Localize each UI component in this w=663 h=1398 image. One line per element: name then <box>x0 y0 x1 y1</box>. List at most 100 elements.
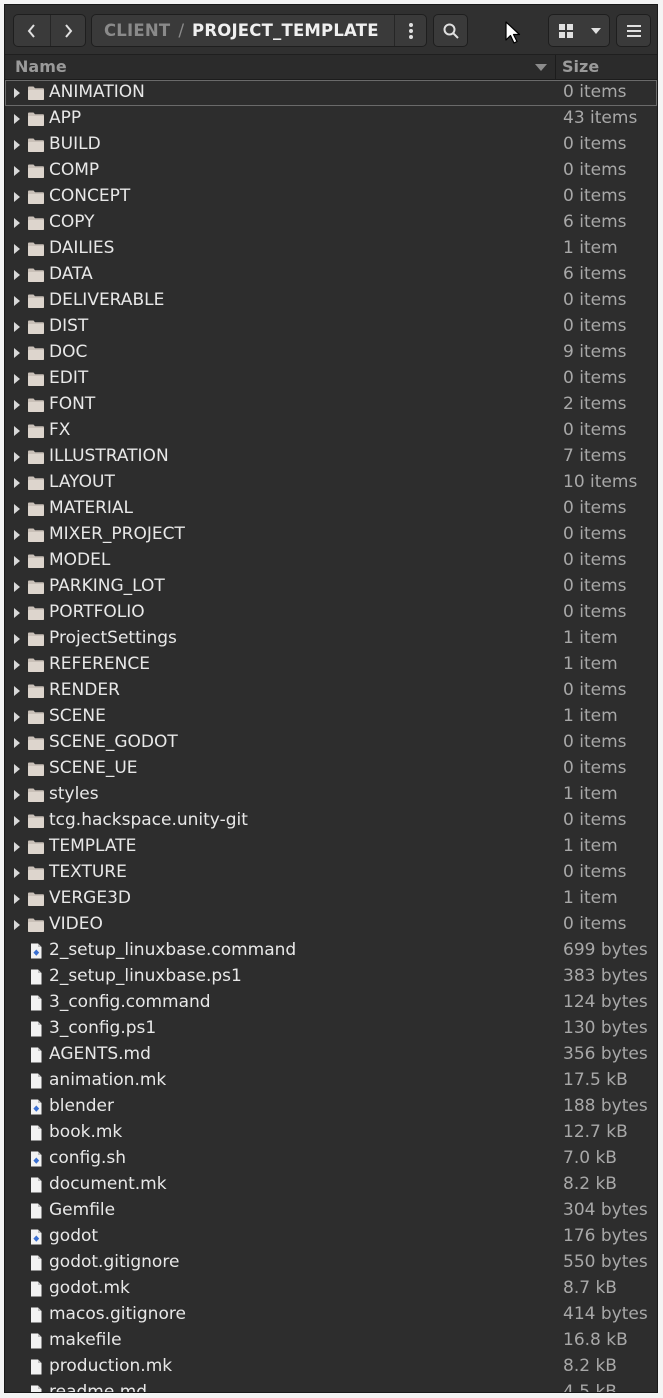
folder-row[interactable]: DIST 0 items <box>5 314 657 340</box>
expand-arrow-icon[interactable] <box>14 816 20 826</box>
folder-row[interactable]: COPY 6 items <box>5 210 657 236</box>
expand-arrow-icon[interactable] <box>14 504 20 514</box>
file-row[interactable]: book.mk 12.7 kB <box>5 1120 657 1146</box>
size-column-header[interactable]: Size <box>562 57 599 76</box>
forward-button[interactable] <box>49 15 86 46</box>
expand-arrow-icon[interactable] <box>14 868 20 878</box>
expand-arrow-icon[interactable] <box>14 88 20 98</box>
view-options-dropdown[interactable] <box>583 15 609 46</box>
expand-arrow-icon[interactable] <box>14 348 20 358</box>
folder-row[interactable]: styles 1 item <box>5 782 657 808</box>
file-row[interactable]: 3_config.ps1 130 bytes <box>5 1016 657 1042</box>
expand-arrow-icon[interactable] <box>14 296 20 306</box>
folder-row[interactable]: APP 43 items <box>5 106 657 132</box>
folder-row[interactable]: SCENE 1 item <box>5 704 657 730</box>
name-column-header[interactable]: Name <box>15 57 67 76</box>
file-row[interactable]: godot.gitignore 550 bytes <box>5 1250 657 1276</box>
expand-arrow-icon[interactable] <box>14 530 20 540</box>
file-row[interactable]: godot.mk 8.7 kB <box>5 1276 657 1302</box>
file-row[interactable]: makefile 16.8 kB <box>5 1328 657 1354</box>
breadcrumb-parent[interactable]: CLIENT <box>92 21 170 40</box>
breadcrumb-current[interactable]: PROJECT_TEMPLATE <box>192 21 379 40</box>
expand-arrow-icon[interactable] <box>14 478 20 488</box>
folder-row[interactable]: DELIVERABLE 0 items <box>5 288 657 314</box>
expand-arrow-icon[interactable] <box>14 114 20 124</box>
file-row[interactable]: readme.md 4.5 kB <box>5 1380 657 1392</box>
folder-row[interactable]: TEXTURE 0 items <box>5 860 657 886</box>
file-row[interactable]: 3_config.command 124 bytes <box>5 990 657 1016</box>
file-row[interactable]: macos.gitignore 414 bytes <box>5 1302 657 1328</box>
file-manager-window: CLIENT / PROJECT_TEMPLATE Name Size ANIM… <box>4 4 658 1393</box>
expand-arrow-icon[interactable] <box>14 764 20 774</box>
back-button[interactable] <box>14 15 50 46</box>
expand-arrow-icon[interactable] <box>14 894 20 904</box>
folder-row[interactable]: SCENE_GODOT 0 items <box>5 730 657 756</box>
folder-row[interactable]: ProjectSettings 1 item <box>5 626 657 652</box>
file-row[interactable]: config.sh 7.0 kB <box>5 1146 657 1172</box>
expand-arrow-icon[interactable] <box>14 426 20 436</box>
item-size: 1 item <box>563 654 618 674</box>
expand-arrow-icon[interactable] <box>14 634 20 644</box>
expand-arrow-icon[interactable] <box>14 400 20 410</box>
expand-arrow-icon[interactable] <box>14 790 20 800</box>
expand-arrow-icon[interactable] <box>14 556 20 566</box>
file-row[interactable]: blender 188 bytes <box>5 1094 657 1120</box>
folder-row[interactable]: COMP 0 items <box>5 158 657 184</box>
expand-arrow-icon[interactable] <box>14 712 20 722</box>
folder-row[interactable]: DAILIES 1 item <box>5 236 657 262</box>
file-row[interactable]: 2_setup_linuxbase.command 699 bytes <box>5 938 657 964</box>
folder-row[interactable]: VIDEO 0 items <box>5 912 657 938</box>
folder-row[interactable]: BUILD 0 items <box>5 132 657 158</box>
folder-icon <box>27 787 45 803</box>
search-button[interactable] <box>433 14 468 47</box>
folder-row[interactable]: CONCEPT 0 items <box>5 184 657 210</box>
expand-arrow-icon[interactable] <box>14 140 20 150</box>
folder-row[interactable]: MODEL 0 items <box>5 548 657 574</box>
folder-row[interactable]: RENDER 0 items <box>5 678 657 704</box>
folder-row[interactable]: ILLUSTRATION 7 items <box>5 444 657 470</box>
expand-arrow-icon[interactable] <box>14 244 20 254</box>
folder-row[interactable]: PARKING_LOT 0 items <box>5 574 657 600</box>
expand-arrow-icon[interactable] <box>14 322 20 332</box>
folder-row[interactable]: ANIMATION 0 items <box>5 80 657 106</box>
folder-row[interactable]: MIXER_PROJECT 0 items <box>5 522 657 548</box>
file-row[interactable]: godot 176 bytes <box>5 1224 657 1250</box>
file-row[interactable]: Gemfile 304 bytes <box>5 1198 657 1224</box>
file-row[interactable]: animation.mk 17.5 kB <box>5 1068 657 1094</box>
folder-row[interactable]: MATERIAL 0 items <box>5 496 657 522</box>
file-row[interactable]: 2_setup_linuxbase.ps1 383 bytes <box>5 964 657 990</box>
folder-row[interactable]: PORTFOLIO 0 items <box>5 600 657 626</box>
expand-arrow-icon[interactable] <box>14 270 20 280</box>
expand-arrow-icon[interactable] <box>14 374 20 384</box>
expand-arrow-icon[interactable] <box>14 192 20 202</box>
file-row[interactable]: AGENTS.md 356 bytes <box>5 1042 657 1068</box>
folder-row[interactable]: EDIT 0 items <box>5 366 657 392</box>
expand-arrow-icon[interactable] <box>14 608 20 618</box>
expand-arrow-icon[interactable] <box>14 582 20 592</box>
folder-row[interactable]: DATA 6 items <box>5 262 657 288</box>
expand-arrow-icon[interactable] <box>14 660 20 670</box>
folder-row[interactable]: TEMPLATE 1 item <box>5 834 657 860</box>
expand-arrow-icon[interactable] <box>14 686 20 696</box>
folder-row[interactable]: REFERENCE 1 item <box>5 652 657 678</box>
folder-row[interactable]: FX 0 items <box>5 418 657 444</box>
expand-arrow-icon[interactable] <box>14 738 20 748</box>
expand-arrow-icon[interactable] <box>14 842 20 852</box>
column-divider[interactable] <box>555 55 556 80</box>
grid-view-button[interactable] <box>549 15 583 46</box>
expand-arrow-icon[interactable] <box>14 452 20 462</box>
expand-arrow-icon[interactable] <box>14 920 20 930</box>
file-row[interactable]: production.mk 8.2 kB <box>5 1354 657 1380</box>
folder-row[interactable]: VERGE3D 1 item <box>5 886 657 912</box>
folder-row[interactable]: tcg.hackspace.unity-git 0 items <box>5 808 657 834</box>
expand-arrow-icon[interactable] <box>14 218 20 228</box>
expand-arrow-icon[interactable] <box>14 166 20 176</box>
sort-descending-icon[interactable] <box>535 64 547 71</box>
path-menu-button[interactable] <box>394 15 426 46</box>
folder-row[interactable]: FONT 2 items <box>5 392 657 418</box>
folder-row[interactable]: SCENE_UE 0 items <box>5 756 657 782</box>
main-menu-button[interactable] <box>616 14 651 47</box>
folder-row[interactable]: DOC 9 items <box>5 340 657 366</box>
folder-row[interactable]: LAYOUT 10 items <box>5 470 657 496</box>
file-row[interactable]: document.mk 8.2 kB <box>5 1172 657 1198</box>
